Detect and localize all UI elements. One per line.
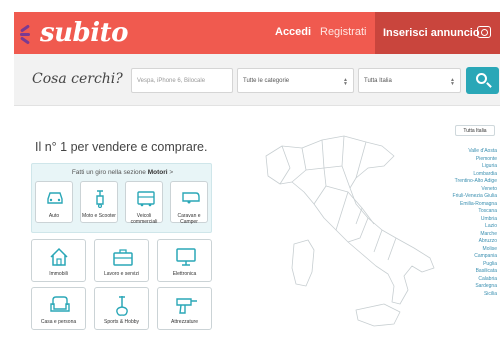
search-title: Cosa cerchi?: [32, 71, 123, 87]
search-bar: Cosa cerchi? Vespa, iPhone 6, Bilocale T…: [14, 54, 500, 106]
category-label: Auto: [48, 213, 60, 219]
category-moto-scooter[interactable]: Moto e Scooter: [80, 181, 118, 223]
post-ad-button[interactable]: Inserisci annuncio: [375, 12, 500, 54]
category-label: Attrezzature: [171, 319, 198, 325]
category-auto[interactable]: Auto: [35, 181, 73, 223]
region-value: Tutta Italia: [364, 77, 392, 84]
category-casa-persona[interactable]: Casa e persona: [31, 287, 86, 330]
category-select[interactable]: Tutte le categorie ▲ ▼: [237, 68, 354, 93]
region-link[interactable]: Valle d'Aosta: [430, 148, 497, 156]
post-ad-label: Inserisci annuncio: [383, 27, 480, 39]
region-link[interactable]: Sicilia: [430, 291, 497, 299]
region-link[interactable]: Trentino-Alto Adige: [430, 178, 497, 186]
region-link[interactable]: Molise: [430, 246, 497, 254]
motori-link[interactable]: Fatti un giro nella sezione Motori >: [32, 169, 213, 176]
car-icon: [47, 192, 63, 204]
van-icon: [137, 191, 155, 207]
logo-text: subito: [40, 18, 128, 48]
tagline: Il n° 1 per vendere e comprare.: [35, 140, 208, 154]
motori-section: Fatti un giro nella sezione Motori > Aut…: [31, 163, 212, 233]
category-label: Lavoro e servizi: [103, 271, 139, 277]
armchair-icon: [50, 296, 70, 312]
region-link[interactable]: Emilia-Romagna: [430, 201, 497, 209]
category-label: Moto e Scooter: [82, 213, 116, 219]
region-link[interactable]: Liguria: [430, 163, 497, 171]
category-label: Elettronica: [172, 271, 197, 277]
category-label: Sports & Hobby: [103, 319, 140, 325]
region-list: Valle d'Aosta Piemonte Liguria Lombardia…: [430, 148, 497, 298]
category-label: Casa e persona: [40, 319, 77, 325]
monitor-icon: [176, 248, 196, 266]
briefcase-icon: [113, 249, 133, 266]
category-sports-hobby[interactable]: Sports & Hobby: [94, 287, 149, 330]
motori-section-name: Motori: [147, 169, 168, 176]
logo-burst-icon: [20, 18, 42, 48]
category-attrezzature[interactable]: Attrezzature: [157, 287, 212, 330]
region-link[interactable]: Calabria: [430, 276, 497, 284]
region-link[interactable]: Friuli-Venezia Giulia: [430, 193, 497, 201]
region-link[interactable]: Marche: [430, 231, 497, 239]
map-mainland: [265, 135, 435, 305]
region-link[interactable]: Veneto: [430, 186, 497, 194]
guitar-icon: [116, 296, 128, 316]
region-link[interactable]: Sardegna: [430, 283, 497, 291]
category-label: Immobili: [49, 271, 68, 277]
region-link[interactable]: Puglia: [430, 261, 497, 269]
category-lavoro-servizi[interactable]: Lavoro e servizi: [94, 239, 149, 282]
search-icon: [476, 73, 487, 84]
region-link[interactable]: Lombardia: [430, 171, 497, 179]
all-italy-button[interactable]: Tutta Italia: [455, 125, 495, 136]
select-arrows-icon: ▲ ▼: [343, 77, 348, 87]
map-region-lines: [279, 135, 397, 261]
region-link[interactable]: Umbria: [430, 216, 497, 224]
region-link[interactable]: Abruzzo: [430, 238, 497, 246]
search-placeholder: Vespa, iPhone 6, Bilocale: [137, 77, 206, 84]
region-link[interactable]: Campania: [430, 253, 497, 261]
scooter-icon: [96, 190, 104, 208]
category-label: Veicoli commerciali: [130, 213, 158, 225]
map-sardegna: [291, 239, 315, 287]
category-label: Caravan e Camper: [177, 213, 201, 225]
login-link[interactable]: Accedi: [275, 26, 311, 38]
search-input[interactable]: Vespa, iPhone 6, Bilocale: [131, 68, 233, 93]
house-icon: [50, 247, 68, 266]
caravan-icon: [182, 192, 200, 204]
region-link[interactable]: Lazio: [430, 223, 497, 231]
top-header: subito Accedi Registrati Inserisci annun…: [14, 12, 500, 54]
register-link[interactable]: Registrati: [320, 26, 366, 38]
region-link[interactable]: Piemonte: [430, 156, 497, 164]
category-caravan-camper[interactable]: Caravan e Camper: [170, 181, 208, 225]
category-veicoli-commerciali[interactable]: Veicoli commerciali: [125, 181, 163, 225]
search-button[interactable]: [466, 67, 499, 94]
map-sicilia: [355, 303, 401, 327]
category-immobili[interactable]: Immobili: [31, 239, 86, 282]
chevron-right-icon: >: [169, 169, 174, 176]
region-select[interactable]: Tutta Italia ▲ ▼: [358, 68, 461, 93]
category-value: Tutte le categorie: [243, 77, 290, 84]
region-link[interactable]: Toscana: [430, 208, 497, 216]
select-arrows-icon: ▲ ▼: [450, 77, 455, 87]
subito-logo[interactable]: subito: [20, 14, 128, 52]
category-elettronica[interactable]: Elettronica: [157, 239, 212, 282]
drill-icon: [176, 298, 197, 314]
camera-icon: [477, 26, 491, 38]
region-link[interactable]: Basilicata: [430, 268, 497, 276]
italy-map[interactable]: [244, 126, 444, 336]
